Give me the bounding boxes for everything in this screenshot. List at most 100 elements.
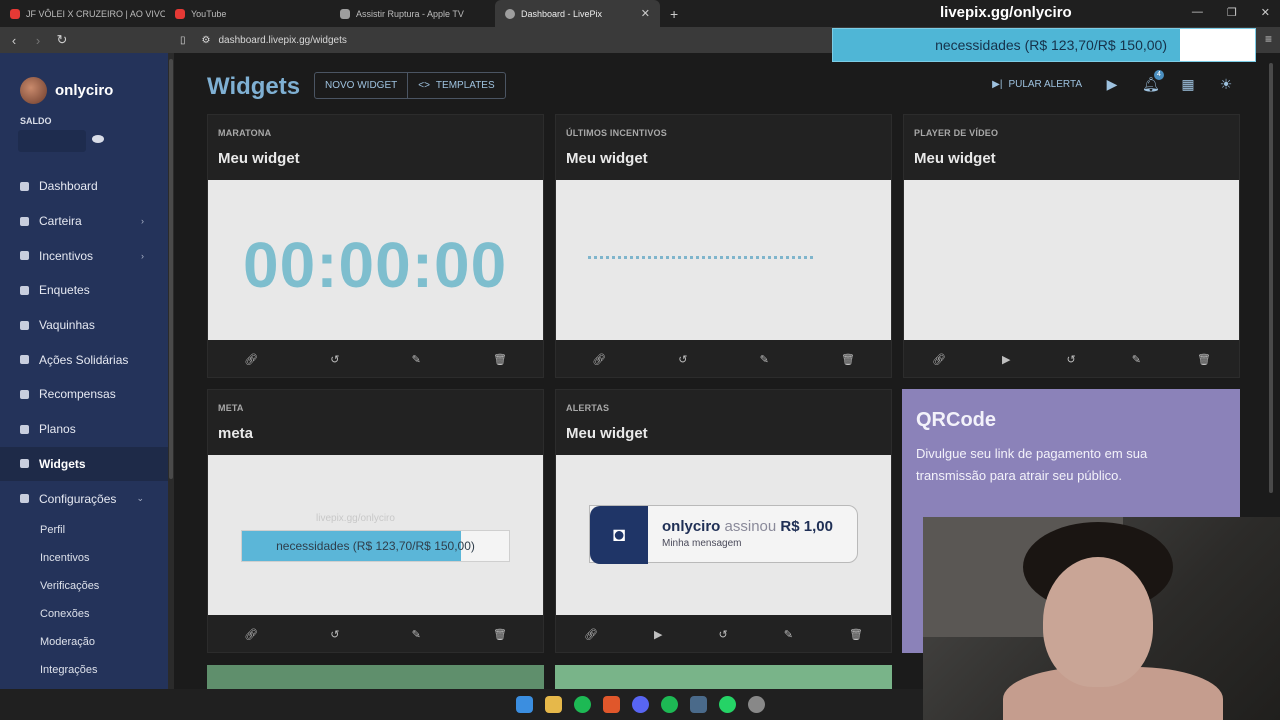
link-icon[interactable]: 🔗︎ <box>584 628 598 641</box>
bell-icon[interactable]: 🔔︎ 4 <box>1142 70 1164 91</box>
menu-icon[interactable]: ≡ <box>1265 32 1272 46</box>
page-title: Widgets <box>207 73 301 100</box>
layout-icon[interactable]: ▦ <box>1180 77 1196 91</box>
widget-card-meta: META meta livepix.gg/onlyciro necessidad… <box>207 389 544 653</box>
sidebar-item-widgets[interactable]: Widgets <box>0 446 168 482</box>
edit-icon[interactable]: ✎ <box>412 628 421 641</box>
widget-name: meta <box>218 425 254 442</box>
sidebar-item-label: Carteira <box>39 214 82 229</box>
play-icon[interactable]: ▶ <box>654 628 662 641</box>
steam-icon[interactable] <box>689 696 707 713</box>
app-icon[interactable] <box>747 696 765 713</box>
overlay-title: livepix.gg/onlyciro <box>940 4 1072 21</box>
widget-category: META <box>218 403 244 413</box>
close-tab-icon[interactable]: ✕ <box>641 7 650 20</box>
sidebar-subitem-verificacoes[interactable]: Verificações <box>0 572 168 600</box>
templates-label: TEMPLATES <box>435 80 495 91</box>
link-icon[interactable]: 🔗︎ <box>932 353 946 366</box>
sidebar-item-label: Dashboard <box>39 179 98 194</box>
profile[interactable]: onlyciro <box>20 77 113 104</box>
bookmark-icon[interactable]: ▯ <box>180 35 186 46</box>
site-info-icon[interactable]: ⚙ <box>202 35 211 46</box>
widget-preview: ◘ onlyciro assinou R$ 1,00 Minha mensage… <box>556 455 891 615</box>
widget-name: Meu widget <box>218 150 300 167</box>
browser-tab[interactable]: JF VÔLEI X CRUZEIRO | AO VIVO E COM IMAG… <box>0 0 165 27</box>
pular-alerta-button[interactable]: ▶| PULAR ALERTA <box>992 79 1082 90</box>
address-bar[interactable]: ▯ ⚙ dashboard.livepix.gg/widgets <box>180 30 820 50</box>
link-icon[interactable]: 🔗︎ <box>244 353 258 366</box>
sidebar-item-vaquinhas[interactable]: Vaquinhas <box>0 308 168 343</box>
back-icon[interactable]: ‹ <box>4 33 24 48</box>
widget-preview <box>904 180 1239 340</box>
browser-tab[interactable]: YouTube <box>165 0 330 27</box>
link-icon[interactable]: 🔗︎ <box>592 353 606 366</box>
file-explorer-icon[interactable] <box>544 696 562 713</box>
reset-icon[interactable]: ↺ <box>1067 353 1076 366</box>
alert-user: onlyciro <box>662 518 721 535</box>
brave-icon[interactable] <box>602 696 620 713</box>
maximize-icon[interactable]: ❐ <box>1227 6 1237 19</box>
link-icon[interactable]: 🔗︎ <box>244 628 258 641</box>
reset-icon[interactable]: ↺ <box>719 628 728 641</box>
widget-category: PLAYER DE VÍDEO <box>914 128 999 138</box>
tab-label: Assistir Ruptura - Apple TV <box>356 8 464 19</box>
novo-widget-button[interactable]: NOVO WIDGET <box>315 73 407 98</box>
sidebar-subitem-perfil[interactable]: Perfil <box>0 516 168 544</box>
timer-display: 00:00:00 <box>243 229 508 301</box>
sidebar-item-incentivos[interactable]: Incentivos › <box>0 238 168 273</box>
sidebar-subitem-moderacao[interactable]: Moderação <box>0 628 168 656</box>
browser-tab[interactable]: Assistir Ruptura - Apple TV <box>330 0 495 27</box>
alert-amount: R$ 1,00 <box>780 518 833 535</box>
reset-icon[interactable]: ↺ <box>678 353 687 366</box>
sidebar-item-acoes-solidarias[interactable]: Ações Solidárias <box>0 342 168 377</box>
reset-icon[interactable]: ↺ <box>330 353 339 366</box>
sidebar-item-carteira[interactable]: Carteira › <box>0 204 168 239</box>
reload-icon[interactable]: ↻ <box>52 32 72 48</box>
eye-icon[interactable] <box>92 135 104 143</box>
play-icon[interactable]: ▶ <box>1002 353 1010 366</box>
sidebar-subitem-incentivos[interactable]: Incentivos <box>0 544 168 572</box>
sun-icon[interactable]: ☀ <box>1218 77 1234 91</box>
edit-icon[interactable]: ✎ <box>760 353 769 366</box>
edit-icon[interactable]: ✎ <box>1132 353 1141 366</box>
edit-icon[interactable]: ✎ <box>784 628 793 641</box>
sidebar-item-planos[interactable]: Planos <box>0 412 168 447</box>
webcam-overlay <box>923 517 1280 720</box>
trash-icon[interactable]: 🗑︎ <box>1197 353 1211 366</box>
trash-icon[interactable]: 🗑︎ <box>841 353 855 366</box>
sidebar-subitem-integracoes[interactable]: Integrações <box>0 656 168 684</box>
goal-text: necessidades (R$ 123,70/R$ 150,00) <box>276 539 475 553</box>
youtube-icon[interactable]: ▶ <box>1104 77 1120 91</box>
poll-icon <box>20 285 29 295</box>
widget-actions: 🔗︎ ▶ ↺ ✎ 🗑︎ <box>904 340 1239 378</box>
youtube-icon <box>175 8 185 19</box>
forward-icon[interactable]: › <box>28 33 48 48</box>
browser-tab-active[interactable]: Dashboard - LivePix ✕ <box>495 0 660 27</box>
new-tab-button[interactable]: + <box>660 6 688 22</box>
sidebar-item-enquetes[interactable]: Enquetes <box>0 273 168 308</box>
minimize-icon[interactable]: — <box>1192 6 1203 19</box>
spotify-icon[interactable] <box>660 696 678 713</box>
sidebar-item-recompensas[interactable]: Recompensas <box>0 377 168 412</box>
sidebar-item-label: Incentivos <box>39 248 94 263</box>
spotify-icon[interactable] <box>573 696 591 713</box>
sidebar: onlyciro SALDO Dashboard Carteira › Incen… <box>0 53 168 689</box>
trash-icon[interactable]: 🗑︎ <box>849 628 863 641</box>
reset-icon[interactable]: ↺ <box>330 628 339 641</box>
templates-button[interactable]: <> TEMPLATES <box>407 73 504 98</box>
sidebar-subitem-conexoes[interactable]: Conexões <box>0 600 168 628</box>
widget-card-partial <box>207 665 544 689</box>
discord-icon[interactable] <box>631 696 649 713</box>
whatsapp-icon[interactable] <box>718 696 736 713</box>
apple-icon <box>340 8 350 19</box>
sidebar-nav: Dashboard Carteira › Incentivos › Enquetes… <box>0 169 168 684</box>
trash-icon[interactable]: 🗑︎ <box>493 628 507 641</box>
edit-icon[interactable]: ✎ <box>412 353 421 366</box>
close-window-icon[interactable]: ✕ <box>1261 6 1270 19</box>
windows-start-icon[interactable] <box>515 696 533 713</box>
trash-icon[interactable]: 🗑︎ <box>493 353 507 366</box>
sidebar-item-configuracoes[interactable]: Configurações ⌄ <box>0 481 168 516</box>
widget-preview: livepix.gg/onlyciro necessidades (R$ 123… <box>208 455 543 615</box>
sidebar-item-dashboard[interactable]: Dashboard <box>0 169 168 204</box>
notification-badge: 4 <box>1154 70 1164 80</box>
